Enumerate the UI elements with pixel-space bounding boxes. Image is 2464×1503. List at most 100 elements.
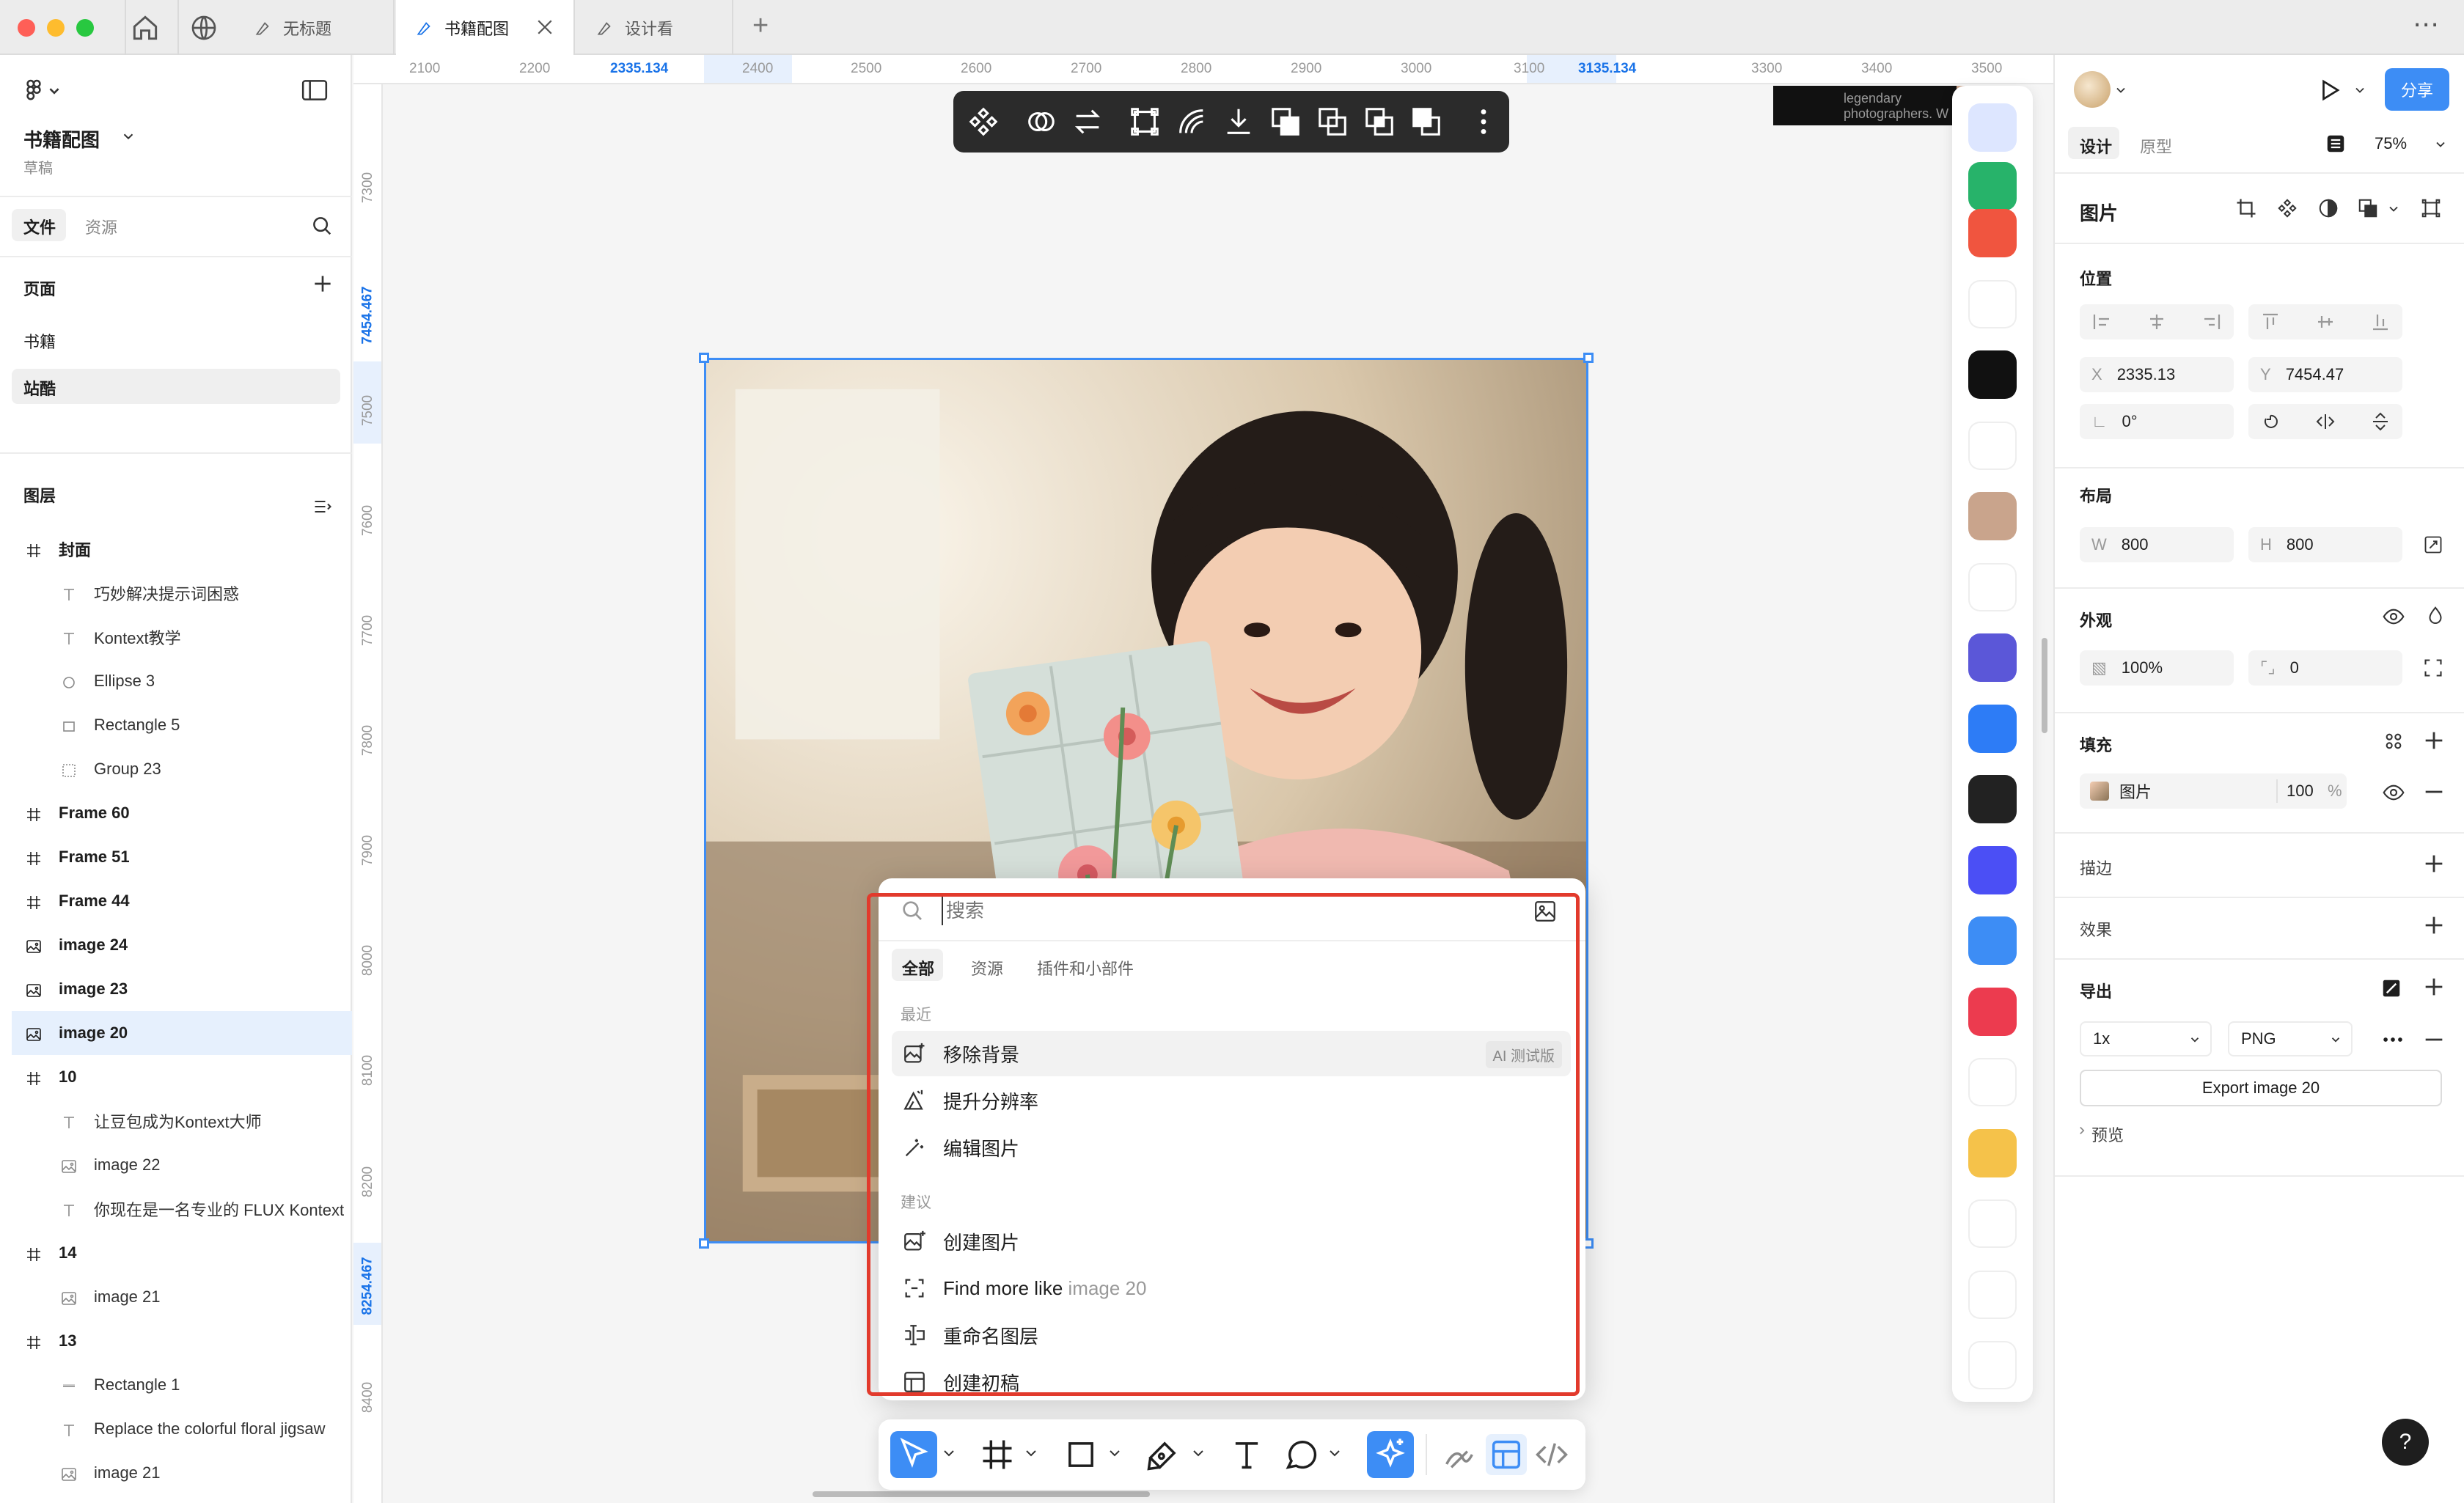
layer-row[interactable]: Rectangle 5 [0,703,352,747]
export-settings-icon[interactable] [2380,977,2402,999]
layer-row[interactable]: 10 [0,1055,352,1099]
plugin-green-icon[interactable] [1968,162,2017,210]
layer-row[interactable]: image 23 [0,967,352,1011]
plugin-lines-icon[interactable] [1968,1058,2017,1106]
rotation-field[interactable]: ∟ 0° [2080,404,2234,439]
rectangle-tool-icon[interactable] [1062,1436,1100,1474]
layer-row[interactable]: Frame 44 [0,879,352,923]
crop-icon[interactable] [2235,197,2257,219]
export-format-select[interactable]: PNG [2228,1021,2353,1056]
bool-intersect-icon[interactable] [1363,105,1396,139]
bool-subtract-icon[interactable] [1316,105,1349,139]
align-icons[interactable] [2248,304,2402,339]
resize-handle-tl[interactable] [699,353,709,363]
remove-export-icon[interactable] [2421,1027,2446,1052]
individual-corners-icon[interactable] [2423,658,2443,678]
project-title[interactable]: 书籍配图 [23,125,100,152]
add-export-icon[interactable] [2421,974,2446,999]
layer-row[interactable]: 让豆包成为Kontext大师 [0,1099,352,1143]
add-stroke-icon[interactable] [2421,851,2446,876]
crop-frame-icon[interactable] [1128,105,1162,139]
canvas-thumbnail-frame[interactable]: legendary photographers. W [1773,86,1979,125]
more-menu-button[interactable]: ⋯ [2413,9,2439,40]
share-button[interactable]: 分享 [2385,68,2449,111]
bool-exclude-icon[interactable] [1409,105,1443,139]
constrain-proportions-icon[interactable] [2423,534,2443,555]
tab-prototype[interactable]: 原型 [2140,134,2172,158]
plugin-blue-grid-icon[interactable] [1968,103,2017,152]
resize-handle-bl[interactable] [699,1238,709,1249]
curve-icon[interactable] [1175,105,1209,139]
mask-icon[interactable] [1024,105,1057,139]
align-icons[interactable] [2080,304,2234,339]
eye-icon[interactable] [2382,605,2405,628]
add-fill-icon[interactable] [2421,728,2446,753]
plugin-book-icon[interactable] [1968,987,2017,1036]
layer-row[interactable]: image 24 [0,923,352,967]
plugin-owl-icon[interactable] [1968,1270,2017,1319]
eye-icon[interactable] [2382,781,2405,804]
plugin-chart-icon[interactable] [1968,209,2017,257]
globe-icon[interactable] [189,13,219,43]
chevron-down-icon[interactable] [2433,137,2448,152]
search-icon[interactable] [311,215,333,237]
chevron-down-icon[interactable] [2113,83,2128,98]
swap-icon[interactable] [1071,105,1104,139]
more-horizontal-icon[interactable] [2380,1027,2405,1052]
plugin-f-icon[interactable] [1968,350,2017,399]
download-icon[interactable] [1222,105,1255,139]
fill-image-field[interactable]: 图片 100 % [2080,773,2347,809]
dev-mode-icon[interactable] [1533,1436,1571,1474]
remove-fill-icon[interactable] [2421,779,2446,804]
tab-assets[interactable]: 资源 [85,215,117,238]
chevron-down-icon[interactable] [940,1444,958,1482]
preview-toggle[interactable]: 预览 [2091,1122,2124,1146]
opacity-field[interactable]: ▧ 100% [2080,650,2234,686]
draw-mode-icon[interactable] [1440,1436,1478,1474]
resize-frame-icon[interactable] [2420,197,2442,219]
comment-tool-icon[interactable] [1282,1436,1320,1474]
add-page-icon[interactable] [311,272,334,295]
y-position-field[interactable]: Y 7454.47 [2248,357,2402,392]
avatar[interactable] [2074,71,2111,108]
frame-tool-icon[interactable] [978,1436,1016,1474]
rotate-flip-icons[interactable] [2248,404,2402,439]
new-tab-button[interactable]: + [752,10,769,42]
chevron-down-icon[interactable] [2353,83,2367,98]
plugin-avatar-icon[interactable] [1968,492,2017,540]
layer-row[interactable]: image 21 [0,1275,352,1319]
close-tab-icon[interactable] [534,16,556,38]
layer-row[interactable]: Replace the colorful floral jigsaw [0,1407,352,1451]
canvas-vertical-scrollbar[interactable] [2042,638,2047,733]
layer-row[interactable]: Frame 60 [0,791,352,835]
layer-row[interactable]: 13 [0,1319,352,1363]
layer-row[interactable]: image 20 [12,1011,352,1055]
plugin-emoji-icon[interactable] [1968,633,2017,682]
resize-handle-tr[interactable] [1583,353,1594,363]
chevron-down-icon[interactable] [1189,1444,1207,1482]
plugin-zi-icon[interactable] [1968,845,2017,894]
width-field[interactable]: W 800 [2080,527,2234,562]
plugin-unsplash-icon[interactable] [1968,279,2017,328]
component-icon[interactable] [2276,197,2298,219]
play-icon[interactable] [2316,77,2342,103]
layer-row[interactable]: 封面 [0,527,352,571]
contrast-icon[interactable] [2317,197,2339,219]
chevron-down-icon[interactable] [2386,202,2401,216]
page-item-books[interactable]: 书籍 [23,329,56,353]
home-icon[interactable] [129,12,161,44]
tab-design-review[interactable]: 设计看 [576,0,733,55]
plugin-ring-icon[interactable] [1968,775,2017,823]
maximize-window-button[interactable] [76,19,94,37]
toggle-sidebar-icon[interactable] [301,78,329,103]
plugin-box-icon[interactable] [1968,1128,2017,1177]
figma-menu-icon[interactable] [23,78,65,105]
more-vertical-icon[interactable] [1467,105,1500,139]
export-image-button[interactable]: Export image 20 [2080,1070,2442,1106]
corner-radius-field[interactable]: ⌜⌟ 0 [2248,650,2402,686]
layer-row[interactable]: 巧妙解决提示词困惑 [0,571,352,615]
canvas-horizontal-scrollbar[interactable] [813,1491,1150,1497]
plugin-planet-icon[interactable] [1968,1199,2017,1248]
text-tool-icon[interactable] [1228,1436,1266,1474]
plugin-snow-icon[interactable] [1968,1341,2017,1389]
